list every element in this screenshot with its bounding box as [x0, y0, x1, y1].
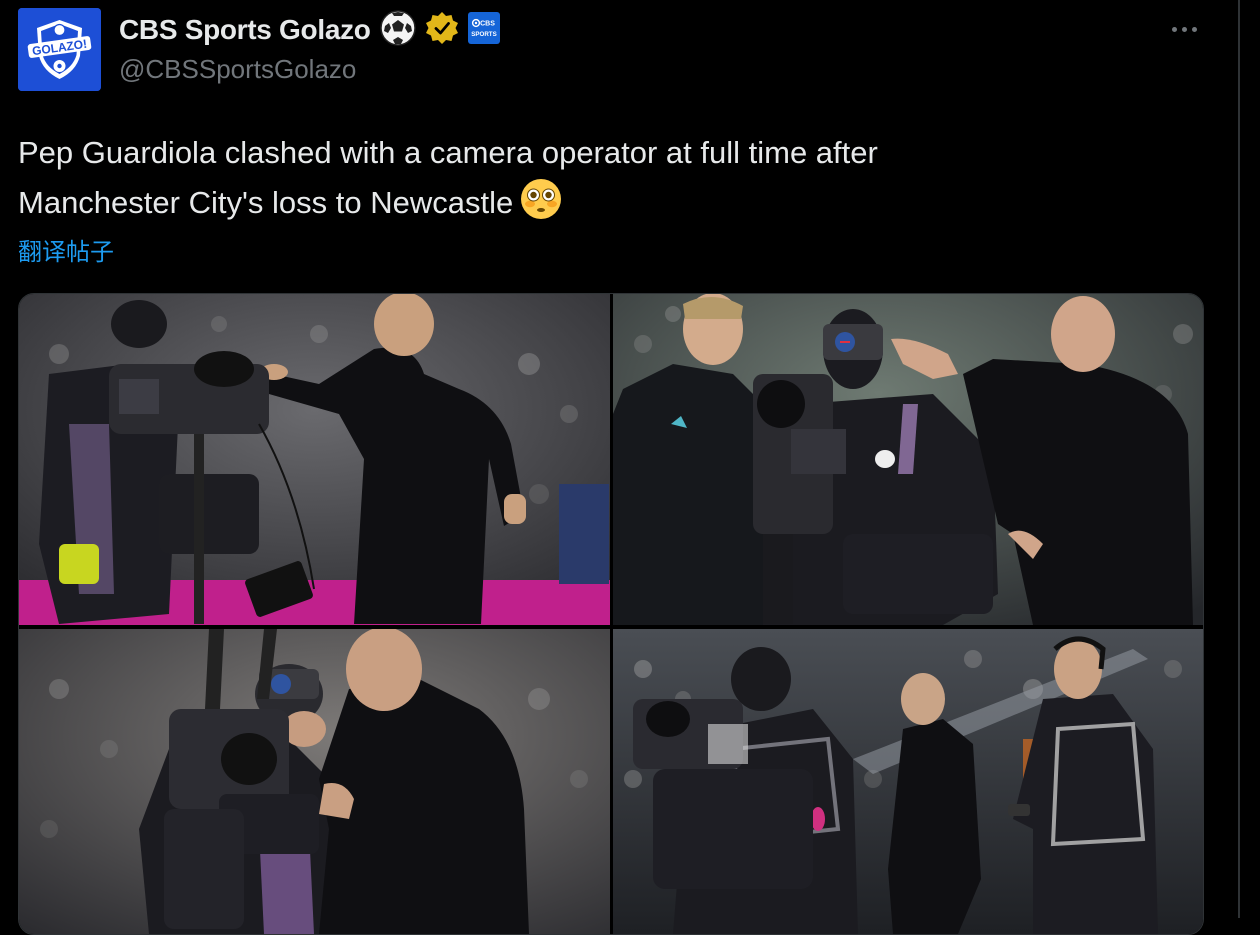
translate-post-link[interactable]: 翻译帖子	[18, 232, 114, 267]
post-text-line-1: Pep Guardiola clashed with a camera oper…	[18, 135, 878, 170]
photo-1[interactable]	[19, 294, 610, 625]
more-dots-icon	[1171, 26, 1177, 32]
photo-manager-pushing-camera	[19, 294, 610, 625]
photo-2[interactable]	[613, 294, 1203, 625]
golazo-logo: GOLAZO!	[18, 8, 101, 91]
more-options-button[interactable]	[1164, 14, 1204, 44]
author-name-row: CBS Sports Golazo CBS SPORTS	[119, 9, 501, 52]
right-margin	[1240, 0, 1260, 918]
author-display-name[interactable]: CBS Sports Golazo	[119, 14, 371, 46]
media-grid	[18, 293, 1204, 935]
photo-hand-on-cameraman-headset	[613, 294, 1203, 625]
gold-verified-check-icon[interactable]	[425, 11, 459, 50]
photo-manager-standing-pitchside	[613, 629, 1203, 934]
author-handle[interactable]: @CBSSportsGolazo	[119, 54, 356, 85]
soccer-ball-emoji-icon	[379, 9, 417, 52]
post-text: Pep Guardiola clashed with a camera oper…	[18, 128, 1168, 235]
photo-manager-leaning-into-camera	[19, 629, 610, 934]
photo-4[interactable]	[613, 629, 1203, 934]
author-avatar[interactable]: GOLAZO!	[18, 8, 101, 91]
post: GOLAZO! CBS Sports Golazo CBS SPORTS @CB…	[0, 0, 1238, 935]
photo-3[interactable]	[19, 629, 610, 934]
cbs-sports-affiliate-icon[interactable]: CBS SPORTS	[467, 11, 501, 50]
flushed-face-emoji-icon	[519, 177, 563, 235]
svg-text:SPORTS: SPORTS	[471, 31, 496, 38]
svg-text:CBS: CBS	[480, 20, 495, 27]
post-text-line-2: Manchester City's loss to Newcastle	[18, 185, 514, 220]
